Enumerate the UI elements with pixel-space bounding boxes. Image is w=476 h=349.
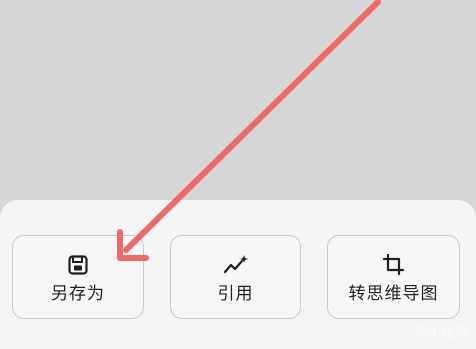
convert-mindmap-button[interactable]: 转思维导图: [327, 235, 460, 319]
save-icon: [65, 252, 91, 278]
cite-button[interactable]: 引用: [170, 235, 301, 319]
save-as-label: 另存为: [51, 283, 105, 304]
convert-mindmap-label: 转思维导图: [348, 283, 439, 304]
sparkle-trend-icon: [223, 252, 249, 278]
cite-label: 引用: [217, 283, 254, 304]
save-as-button[interactable]: 另存为: [12, 235, 144, 319]
crop-icon: [381, 252, 407, 278]
screen: 另存为 引用 转思维导图 Bai 经验: [0, 0, 476, 349]
